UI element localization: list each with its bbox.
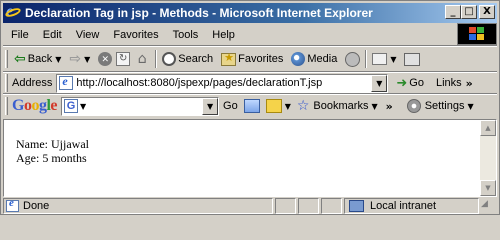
go-arrow-icon: ➜ (396, 75, 408, 91)
status-panel (298, 198, 319, 214)
go-button[interactable]: ➜ Go (396, 76, 424, 91)
back-button[interactable]: ⇦ Back ▼ (12, 48, 63, 70)
address-field[interactable]: http://localhost:8080/jspexp/pages/decla… (56, 73, 389, 93)
menu-file[interactable]: File (3, 29, 36, 41)
bookmarks-dropdown-icon[interactable]: ▼ (371, 102, 377, 111)
settings-gear-icon[interactable] (406, 99, 421, 113)
favorites-icon (221, 51, 237, 66)
links-toolbar[interactable]: Links (436, 77, 462, 89)
search-button[interactable]: Search (160, 48, 215, 70)
scroll-down-button[interactable]: ▼ (480, 180, 496, 196)
media-icon (291, 52, 306, 66)
google-search-history-button[interactable]: ▼ (202, 97, 219, 115)
home-icon: ⌂ (137, 51, 147, 67)
menu-view[interactable]: View (69, 29, 107, 41)
media-button[interactable]: Media (289, 48, 339, 70)
google-toolbar: Google G ▼ ▼ Go ▼ ☆ Bookmarks ▼ » Settin… (3, 95, 497, 117)
status-panel (321, 198, 342, 214)
google-search-dropdown-icon[interactable]: ▼ (80, 102, 86, 111)
forward-button[interactable]: ⇨ ▼ (67, 48, 92, 70)
security-zone-panel: Local intranet (344, 198, 479, 214)
standard-toolbar: ⇦ Back ▼ ⇨ ▼ ✕ ↻ ⌂ Search Favorites Medi… (3, 47, 497, 71)
stop-button[interactable]: ✕ (96, 48, 114, 70)
window-title: Declaration Tag in jsp - Methods - Micro… (25, 6, 373, 20)
google-logo[interactable]: Google (12, 97, 57, 115)
google-search-type-icon[interactable]: G (64, 99, 79, 113)
mail-button[interactable]: ▼ (370, 48, 398, 70)
internet-explorer-icon: e (4, 3, 22, 21)
vertical-scrollbar[interactable]: ▲ ▼ (480, 120, 496, 196)
print-icon (404, 52, 421, 66)
zone-text: Local intranet (370, 200, 437, 212)
minimize-button[interactable]: _ (445, 5, 461, 19)
local-intranet-icon (349, 200, 364, 212)
popup-blocker-dropdown-icon[interactable]: ▼ (285, 102, 291, 111)
favorites-label: Favorites (238, 53, 284, 65)
menu-favorites[interactable]: Favorites (106, 29, 165, 41)
scroll-up-button[interactable]: ▲ (480, 120, 496, 136)
menu-help[interactable]: Help (205, 29, 242, 41)
forward-dropdown-icon[interactable]: ▼ (84, 55, 90, 64)
go-label: Go (409, 77, 424, 89)
home-button[interactable]: ⌂ (132, 48, 152, 70)
page-done-icon (6, 197, 19, 212)
address-label: Address (12, 77, 53, 89)
page-content: Name: Ujjawal Age: 5 months ▲ ▼ (3, 119, 497, 197)
back-arrow-icon: ⇦ (14, 51, 26, 67)
status-bar: Done Local intranet ◢ (3, 197, 497, 214)
settings-button[interactable]: Settings (425, 100, 465, 112)
menu-edit[interactable]: Edit (36, 29, 69, 41)
google-go-button[interactable]: Go (223, 100, 238, 112)
address-url[interactable]: http://localhost:8080/jspexp/pages/decla… (76, 77, 322, 89)
address-dropdown-button[interactable]: ▼ (371, 74, 388, 92)
address-bar: Address http://localhost:8080/jspexp/pag… (3, 73, 497, 93)
browser-window: e Declaration Tag in jsp - Methods - Mic… (0, 0, 500, 215)
history-button[interactable] (343, 48, 362, 70)
refresh-icon: ↻ (116, 52, 131, 66)
maximize-button[interactable]: □ (461, 5, 477, 19)
addressbar-grip[interactable] (5, 74, 8, 92)
resize-grip-icon[interactable]: ◢ (481, 199, 493, 213)
mail-dropdown-icon[interactable]: ▼ (390, 55, 396, 64)
history-icon (345, 51, 361, 67)
stop-icon: ✕ (98, 52, 113, 66)
pagerank-icon[interactable] (243, 99, 260, 113)
status-text: Done (23, 200, 50, 212)
toolbar-separator (365, 50, 368, 68)
menu-tools[interactable]: Tools (166, 29, 206, 41)
windows-flag-icon (469, 27, 485, 41)
status-panel (275, 198, 296, 214)
menu-bar: File Edit View Favorites Tools Help (3, 25, 455, 44)
forward-arrow-icon: ⇨ (69, 51, 82, 67)
status-main-panel: Done (3, 197, 273, 214)
name-line: Name: Ujjawal (16, 137, 89, 151)
google-toolbar-grip[interactable] (5, 97, 8, 115)
close-button[interactable]: X (479, 5, 495, 19)
window-controls: _ □ X (445, 5, 495, 19)
toolbar-separator (155, 50, 158, 68)
page-icon (59, 74, 74, 90)
mail-icon (372, 53, 388, 65)
print-button[interactable] (402, 48, 422, 70)
favorites-button[interactable]: Favorites (219, 48, 285, 70)
star-icon[interactable]: ☆ (297, 98, 310, 114)
back-dropdown-icon[interactable]: ▼ (55, 55, 61, 64)
links-chevron-icon[interactable]: » (466, 77, 473, 90)
settings-dropdown-icon[interactable]: ▼ (467, 102, 473, 111)
title-bar: e Declaration Tag in jsp - Methods - Mic… (3, 3, 497, 23)
back-label: Back (27, 53, 53, 65)
google-search-input[interactable]: G ▼ ▼ (61, 96, 220, 116)
media-label: Media (307, 53, 338, 65)
search-icon (162, 52, 177, 66)
search-label: Search (178, 53, 214, 65)
bookmarks-button[interactable]: Bookmarks (313, 100, 368, 112)
windows-logo-throbber (457, 23, 497, 45)
popup-blocker-icon[interactable] (265, 99, 282, 113)
google-toolbar-chevron-icon[interactable]: » (386, 100, 393, 113)
age-line: Age: 5 months (16, 151, 87, 165)
toolbar-grip[interactable] (5, 50, 8, 68)
refresh-button[interactable]: ↻ (114, 48, 132, 70)
page-body: Name: Ujjawal Age: 5 months (16, 137, 89, 165)
